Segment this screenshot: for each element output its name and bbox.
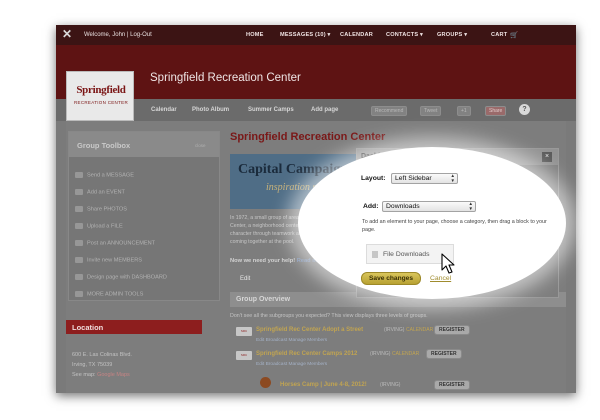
camp-ball-icon xyxy=(260,377,271,388)
toolbox-title: Group Toolbox xyxy=(77,141,131,150)
group-toolbox: Group Toolbox close Send a MESSAGE Add a… xyxy=(68,131,220,301)
layout-select[interactable]: Left Sidebar ▲ ▼ xyxy=(391,173,458,184)
gear-icon xyxy=(75,291,83,297)
upload-icon xyxy=(75,223,83,229)
group-calendar-link[interactable]: CALENDAR xyxy=(406,327,433,333)
logo-title: Springfield xyxy=(76,84,126,96)
nav-messages[interactable]: MESSAGES (10) ▾ xyxy=(280,32,331,38)
tool-label: Share PHOTOS xyxy=(87,206,128,213)
group-admin-links[interactable]: Edit Broadcast Manage Members xyxy=(256,362,327,367)
add-label: Add: xyxy=(363,203,379,210)
recommend-button[interactable]: Recommend xyxy=(371,106,408,116)
group-logo-icon: SRC xyxy=(236,327,252,336)
cart-icon[interactable]: 🛒 xyxy=(510,31,518,39)
tool-share-photos[interactable]: Share PHOTOS xyxy=(75,206,127,212)
tool-send-message[interactable]: Send a MESSAGE xyxy=(75,172,134,178)
location-map-line: See map: Google Maps xyxy=(72,372,130,378)
add-category-select[interactable]: Downloads ▲ ▼ xyxy=(382,201,476,212)
cancel-link[interactable]: Cancel xyxy=(430,275,451,282)
nav-contacts[interactable]: CONTACTS ▾ xyxy=(386,32,423,38)
select-arrows-icon: ▲ ▼ xyxy=(468,201,473,211)
rec-center-logo[interactable]: Springfield RECREATION CENTER xyxy=(66,71,134,121)
site-header: Springfield Recreation Center xyxy=(56,45,576,99)
plus-one-button[interactable]: +1 xyxy=(457,106,471,116)
site-title: Springfield Recreation Center xyxy=(150,72,301,84)
tweet-button[interactable]: Tweet xyxy=(420,106,442,116)
toolbox-close-link[interactable]: close xyxy=(195,143,206,148)
group-logo-icon: SRC xyxy=(236,351,252,360)
subnav-photo-album[interactable]: Photo Album xyxy=(192,107,229,113)
select-arrows-icon: ▲ ▼ xyxy=(450,173,455,183)
site-logo-icon[interactable]: ✕ xyxy=(62,28,74,41)
edit-link[interactable]: Edit xyxy=(240,276,250,282)
save-changes-button[interactable]: Save changes xyxy=(361,272,421,285)
screenshot-frame: ✕ Welcome, John | Log-Out HOME MESSAGES … xyxy=(0,0,600,420)
dashboard-help-text: To add an element to your page, choose a… xyxy=(362,219,547,233)
group-name-link[interactable]: Horses Camp | June 4-8, 2012! xyxy=(280,382,367,388)
toolbox-header: Group Toolbox close xyxy=(69,132,219,157)
group-row: SRC Springfield Rec Center Camps 2012 (I… xyxy=(236,349,556,371)
layout-select-value: Left Sidebar xyxy=(395,175,432,182)
need-help-label: Now we need your help! xyxy=(230,258,296,264)
tool-label: Design page with DASHBOARD xyxy=(87,274,167,281)
tool-add-event[interactable]: Add an EVENT xyxy=(75,189,125,195)
user-add-icon xyxy=(75,257,83,263)
register-button[interactable]: REGISTER xyxy=(426,349,462,359)
nav-cart[interactable]: CART xyxy=(491,32,507,38)
tool-label: Add an EVENT xyxy=(87,189,125,196)
subnav-summer-camps[interactable]: Summer Camps xyxy=(248,107,294,113)
dashboard-icon xyxy=(75,274,83,280)
tool-label: Upload a FILE xyxy=(87,223,123,230)
group-name-link[interactable]: Springfield Rec Center Camps 2012 xyxy=(256,351,357,357)
group-location: (IRVING) xyxy=(384,327,405,333)
calendar-icon xyxy=(75,189,83,195)
group-overview-description: Don't see all the subgroups you expected… xyxy=(230,313,428,319)
location-header: Location xyxy=(66,320,202,334)
help-icon[interactable]: ? xyxy=(519,104,530,115)
welcome-text[interactable]: Welcome, John | Log-Out xyxy=(84,32,152,38)
see-map-label: See map: xyxy=(72,372,96,378)
share-button[interactable]: Share xyxy=(485,106,507,116)
register-button[interactable]: REGISTER xyxy=(434,380,470,390)
tool-label: MORE ADMIN TOOLS xyxy=(87,291,144,298)
group-row: Horses Camp | June 4-8, 2012! (IRVING) R… xyxy=(256,380,576,391)
subnav-calendar[interactable]: Calendar xyxy=(151,107,177,113)
tool-design-dashboard[interactable]: Design page with DASHBOARD xyxy=(75,274,167,280)
location-address-line2: Irving, TX 75039 xyxy=(72,362,113,368)
group-row: SRC Springfield Rec Center Adopt a Stree… xyxy=(236,325,556,347)
tool-upload-file[interactable]: Upload a FILE xyxy=(75,223,123,229)
group-location: (IRVING) xyxy=(370,351,391,357)
file-icon xyxy=(372,251,378,258)
group-location: (IRVING) xyxy=(380,382,401,388)
register-button[interactable]: REGISTER xyxy=(434,325,470,335)
page-title: Springfield Recreation Center xyxy=(230,131,386,143)
nav-groups[interactable]: GROUPS ▾ xyxy=(437,32,467,38)
envelope-icon xyxy=(75,172,83,178)
group-name-link[interactable]: Springfield Rec Center Adopt a Street xyxy=(256,327,363,333)
close-icon[interactable]: × xyxy=(542,152,552,162)
logo-subtitle: RECREATION CENTER xyxy=(73,100,129,105)
tool-post-announcement[interactable]: Post an ANNOUNCEMENT xyxy=(75,240,155,246)
location-address-line1: 600 E. Las Colinas Blvd. xyxy=(72,352,132,358)
group-calendar-link[interactable]: CALENDAR xyxy=(392,351,419,357)
mouse-pointer-icon xyxy=(441,253,455,274)
location-title: Location xyxy=(72,323,104,332)
group-overview-title: Group Overview xyxy=(236,296,291,303)
add-select-value: Downloads xyxy=(386,203,420,210)
subnav-add-page[interactable]: Add page xyxy=(311,107,338,113)
tool-label: Post an ANNOUNCEMENT xyxy=(87,240,156,247)
megaphone-icon xyxy=(75,240,83,246)
tool-label: Invite new MEMBERS xyxy=(87,257,143,264)
tool-invite-members[interactable]: Invite new MEMBERS xyxy=(75,257,142,263)
photo-icon xyxy=(75,206,83,212)
nav-home[interactable]: HOME xyxy=(246,32,264,38)
top-bar: ✕ Welcome, John | Log-Out HOME MESSAGES … xyxy=(56,25,576,45)
google-maps-link[interactable]: Google Maps xyxy=(97,372,130,378)
tool-more-admin[interactable]: MORE ADMIN TOOLS xyxy=(75,291,143,297)
tool-label: Send a MESSAGE xyxy=(87,172,134,179)
group-admin-links[interactable]: Edit Broadcast Manage Members xyxy=(256,338,327,343)
layout-label: Layout: xyxy=(361,175,386,182)
file-downloads-label: File Downloads xyxy=(383,251,430,258)
nav-calendar[interactable]: CALENDAR xyxy=(340,32,373,38)
